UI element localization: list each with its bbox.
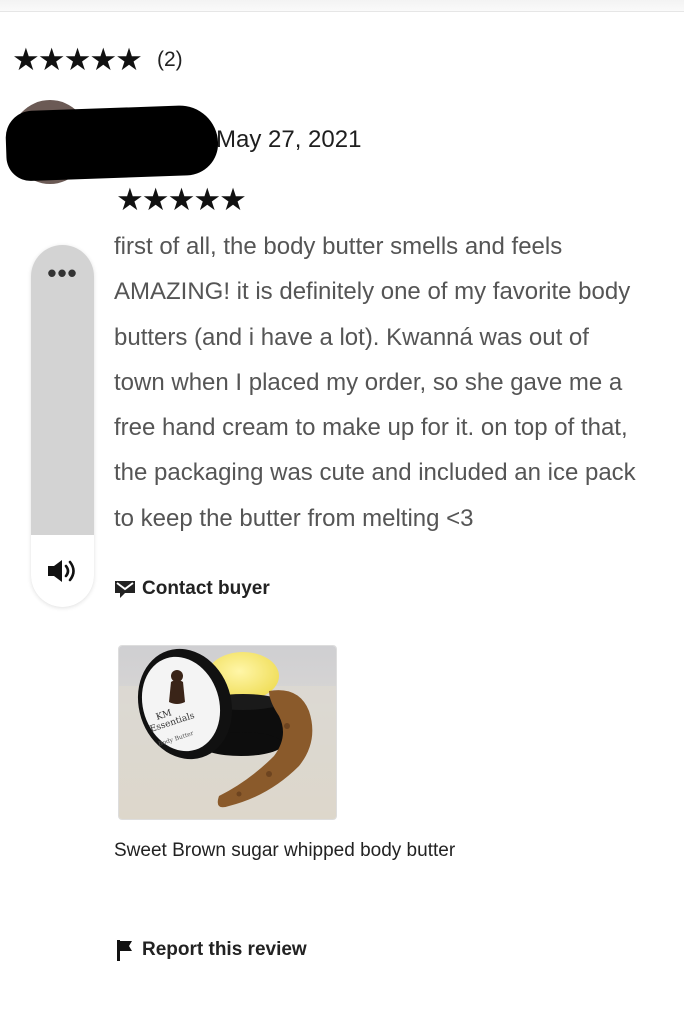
review-line: the packaging was cute and included an i…: [114, 459, 636, 487]
review-line: AMAZING! it is definitely one of my favo…: [114, 278, 631, 306]
review-date: May 27, 2021: [216, 126, 362, 153]
contact-buyer-link[interactable]: Contact buyer: [114, 578, 270, 600]
speaker-button[interactable]: [31, 535, 94, 607]
review-stars: ★★★★★: [116, 182, 247, 217]
speaker-icon: [47, 560, 75, 582]
report-review-link[interactable]: Report this review: [116, 939, 307, 961]
overall-rating: ★★★★★ (2): [12, 44, 183, 75]
floating-side-panel: •••: [31, 245, 94, 607]
review-line: town when I placed my order, so she gave…: [114, 368, 623, 396]
review-line: free hand cream to make up for it. on to…: [114, 414, 628, 442]
review-count: (2): [156, 47, 183, 71]
overall-stars: ★★★★★: [12, 42, 143, 77]
contact-buyer-label: Contact buyer: [142, 578, 270, 599]
review-text: first of all, the body butter smells and…: [114, 224, 684, 541]
more-icon[interactable]: •••: [31, 260, 94, 286]
product-image[interactable]: KM Essentials Body Butter: [118, 645, 337, 820]
product-name[interactable]: Sweet Brown sugar whipped body butter: [114, 840, 455, 862]
report-review-label: Report this review: [142, 939, 307, 960]
flag-icon: [117, 940, 132, 961]
review-line: first of all, the body butter smells and…: [114, 233, 563, 260]
body-butter-photo: KM Essentials Body Butter: [119, 646, 336, 819]
redacted-reviewer-name: [4, 104, 220, 182]
envelope-icon: [115, 581, 135, 598]
top-bar: [0, 0, 684, 12]
review-line: butters (and i have a lot). Kwanná was o…: [114, 323, 589, 351]
review-screen: ★★★★★ (2) May 27, 2021 ★★★★★ first of al…: [0, 0, 684, 1024]
review-line: to keep the butter from melting <3: [114, 504, 474, 532]
